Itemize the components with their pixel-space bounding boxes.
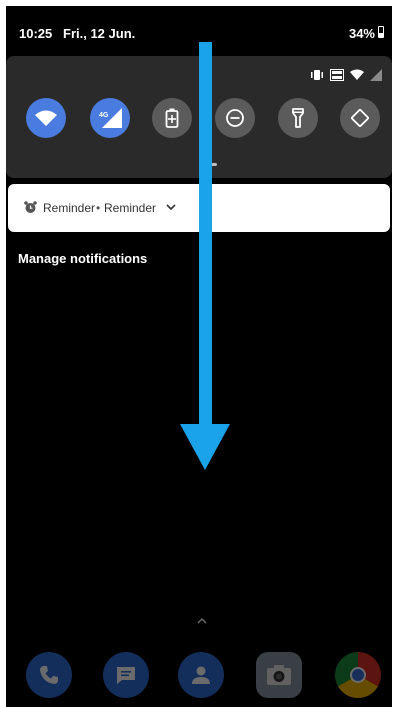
app-dock (6, 652, 392, 707)
flashlight-tile[interactable] (278, 98, 318, 138)
notification-separator: • (96, 201, 101, 215)
notification-app-name: Reminder (43, 201, 96, 215)
manage-notifications-button[interactable]: Manage notifications (18, 251, 147, 266)
camera-app[interactable] (256, 652, 302, 698)
mobile-data-tile[interactable]: 4G (90, 98, 130, 138)
notification-title: Reminder (104, 201, 157, 215)
flashlight-icon (292, 108, 304, 128)
wifi-tile[interactable] (26, 98, 66, 138)
status-time: 10:25 (19, 26, 53, 41)
phone-screen: 10:25 Fri., 12 Jun. 34% 4G Reminder • Re… (6, 6, 392, 707)
auto-rotate-tile[interactable] (340, 98, 380, 138)
wifi-icon (35, 110, 57, 126)
battery-plus-icon (165, 108, 179, 128)
mobile-data-label: 4G (99, 112, 109, 119)
battery-icon (378, 26, 384, 38)
rotate-icon (351, 109, 369, 127)
messages-icon (117, 667, 135, 684)
vibrate-icon (311, 70, 323, 80)
chrome-app[interactable] (335, 652, 381, 698)
alarm-clock-icon (24, 201, 37, 213)
status-date: Fri., 12 Jun. (63, 26, 136, 41)
phone-icon (40, 666, 58, 684)
phone-app[interactable] (26, 652, 72, 698)
chevron-down-icon[interactable] (166, 203, 176, 211)
swipe-down-arrow-icon (180, 42, 230, 470)
qs-status-icons (310, 68, 382, 82)
wifi-icon (350, 69, 364, 80)
battery-percentage: 34% (348, 26, 375, 41)
mobile-data-icon: 4G (99, 108, 122, 128)
camera-icon (267, 665, 291, 685)
chrome-icon (350, 667, 366, 683)
messages-app[interactable] (103, 652, 149, 698)
signal-icon (370, 69, 382, 81)
chevron-up-icon (197, 618, 207, 624)
contacts-icon (192, 666, 210, 684)
contacts-app[interactable] (178, 652, 224, 698)
volte-icon (330, 69, 344, 81)
